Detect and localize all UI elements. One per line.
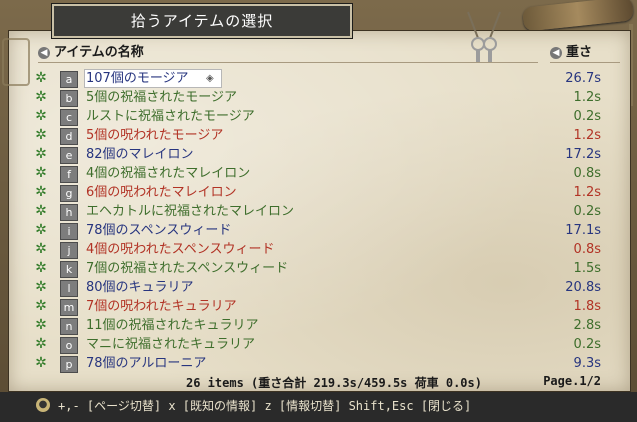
item-row-d[interactable]: ✲ d 5個の呪われたモージア 1.2s — [0, 126, 637, 145]
item-row-l[interactable]: ✲ l 80個のキュラリア 20.8s — [0, 278, 637, 297]
item-row-i[interactable]: ✲ i 78個のスペンスウィード 17.1s — [0, 221, 637, 240]
item-row-o[interactable]: ✲ o マニに祝福されたキュラリア 0.2s — [0, 335, 637, 354]
item-name: 78個のスペンスウィード — [86, 223, 232, 238]
item-key-label: b — [60, 90, 78, 107]
item-weight: 0.2s — [573, 337, 601, 352]
item-weight: 0.8s — [573, 166, 601, 181]
herb-icon: ✲ — [35, 70, 47, 86]
key-hints: +,- [ページ切替] x [既知の情報] z [情報切替] Shift,Esc… — [58, 399, 472, 413]
item-weight: 1.5s — [573, 261, 601, 276]
item-name: 4個の祝福されたマレイロン — [86, 166, 251, 181]
selection-marker-icon: ◈ — [206, 73, 214, 84]
item-key-label: k — [60, 261, 78, 278]
item-weight: 1.8s — [573, 299, 601, 314]
herb-icon: ✲ — [35, 108, 47, 124]
herb-icon: ✲ — [35, 241, 47, 257]
item-weight: 1.2s — [573, 90, 601, 105]
item-name: 82個のマレイロン — [86, 147, 194, 162]
item-row-j[interactable]: ✲ j 4個の呪われたスペンスウィード 0.8s — [0, 240, 637, 259]
item-weight: 1.2s — [573, 128, 601, 143]
item-row-k[interactable]: ✲ k 7個の祝福されたスペンスウィード 1.5s — [0, 259, 637, 278]
item-name: 5個の祝福されたモージア — [86, 90, 238, 105]
item-key-label: j — [60, 242, 78, 259]
item-key-label: i — [60, 223, 78, 240]
item-name: エヘカトルに祝福されたマレイロン — [86, 204, 295, 219]
herb-icon: ✲ — [35, 89, 47, 105]
window-title: 拾うアイテムの選択 — [51, 3, 353, 39]
item-weight: 0.2s — [573, 109, 601, 124]
item-name: 7個の呪われたキュラリア — [86, 299, 237, 314]
item-key-label: p — [60, 356, 78, 373]
item-key-label: a — [60, 71, 78, 88]
item-weight: 17.1s — [565, 223, 601, 238]
page-indicator: Page.1/2 — [543, 374, 601, 388]
item-name: マニに祝福されたキュラリア — [86, 337, 256, 352]
item-name: 80個のキュラリア — [86, 280, 194, 295]
herb-icon: ✲ — [35, 165, 47, 181]
item-key-label: f — [60, 166, 78, 183]
herb-icon: ✲ — [35, 184, 47, 200]
item-name: 5個の呪われたモージア — [86, 128, 224, 143]
herb-icon: ✲ — [35, 260, 47, 276]
item-key-label: h — [60, 204, 78, 221]
column-header-weight[interactable]: ◀ 重さ — [550, 44, 620, 63]
item-weight: 0.2s — [573, 204, 601, 219]
item-row-f[interactable]: ✲ f 4個の祝福されたマレイロン 0.8s — [0, 164, 637, 183]
sort-arrow-icon: ◀ — [38, 46, 50, 59]
item-row-e[interactable]: ✲ e 82個のマレイロン 17.2s — [0, 145, 637, 164]
herb-icon: ✲ — [35, 336, 47, 352]
header-name-label: アイテムの名称 — [54, 45, 144, 60]
item-weight: 20.8s — [565, 280, 601, 295]
item-weight: 26.7s — [565, 71, 601, 86]
header-weight-label: 重さ — [566, 45, 593, 60]
item-name: 78個のアルローニア — [86, 356, 207, 371]
item-weight: 17.2s — [565, 147, 601, 162]
column-header-name[interactable]: ◀ アイテムの名称 — [38, 44, 538, 63]
herb-icon: ✲ — [35, 317, 47, 333]
herb-icon: ✲ — [35, 203, 47, 219]
item-name: 11個の祝福されたキュラリア — [86, 318, 259, 333]
item-row-c[interactable]: ✲ c ルストに祝福されたモージア 0.2s — [0, 107, 637, 126]
herb-icon: ✲ — [35, 355, 47, 371]
herb-icon: ✲ — [35, 298, 47, 314]
item-weight: 2.8s — [573, 318, 601, 333]
item-weight: 0.8s — [573, 242, 601, 257]
item-row-b[interactable]: ✲ b 5個の祝福されたモージア 1.2s — [0, 88, 637, 107]
item-name: 107個のモージア — [86, 71, 189, 86]
item-key-label: e — [60, 147, 78, 164]
item-row-a[interactable]: ◈ ✲ a 107個のモージア 26.7s — [0, 69, 637, 88]
item-key-label: n — [60, 318, 78, 335]
item-key-label: l — [60, 280, 78, 297]
item-key-label: g — [60, 185, 78, 202]
item-key-label: c — [60, 109, 78, 126]
item-weight: 9.3s — [573, 356, 601, 371]
item-row-n[interactable]: ✲ n 11個の祝福されたキュラリア 2.8s — [0, 316, 637, 335]
item-name: 6個の呪われたマレイロン — [86, 185, 237, 200]
item-key-label: m — [60, 299, 78, 316]
item-name: 4個の呪われたスペンスウィード — [86, 242, 275, 257]
herb-icon: ✲ — [35, 222, 47, 238]
sort-arrow-icon: ◀ — [550, 46, 562, 59]
item-key-label: d — [60, 128, 78, 145]
summary-line: 26 items (重さ合計 219.3s/459.5s 荷車 0.0s) — [186, 376, 482, 390]
item-row-g[interactable]: ✲ g 6個の呪われたマレイロン 1.2s — [0, 183, 637, 202]
herb-icon: ✲ — [35, 146, 47, 162]
item-row-p[interactable]: ✲ p 78個のアルローニア 9.3s — [0, 354, 637, 373]
item-row-h[interactable]: ✲ h エヘカトルに祝福されたマレイロン 0.2s — [0, 202, 637, 221]
herb-icon: ✲ — [35, 279, 47, 295]
herb-icon: ✲ — [35, 127, 47, 143]
item-name: ルストに祝福されたモージア — [86, 109, 255, 124]
lightbulb-icon: ● — [36, 398, 50, 412]
item-key-label: o — [60, 337, 78, 354]
item-row-m[interactable]: ✲ m 7個の呪われたキュラリア 1.8s — [0, 297, 637, 316]
item-weight: 1.2s — [573, 185, 601, 200]
item-name: 7個の祝福されたスペンスウィード — [86, 261, 289, 276]
